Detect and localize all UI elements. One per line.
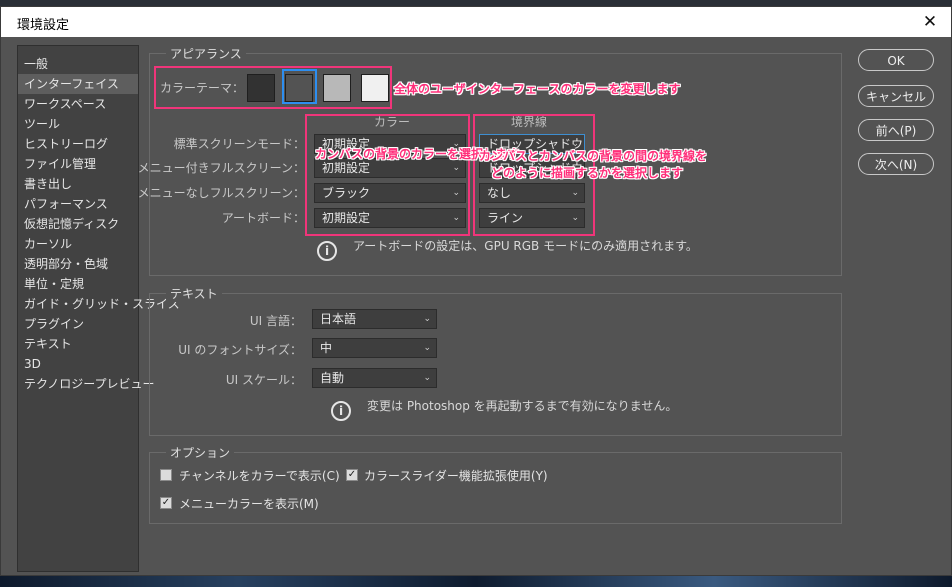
options-title: オプション <box>166 444 235 461</box>
ui-scale-label: UI スケール： <box>225 373 302 387</box>
border-annotation-line2: どのように描画するかを選択します <box>491 166 684 180</box>
show-channels-color-label: チャンネルをカラーで表示(C) <box>179 469 340 483</box>
sidebar-item-scratch-disks[interactable]: 仮想記憶ディスク <box>18 214 138 234</box>
show-menu-colors-checkbox[interactable]: ✓ <box>160 497 172 509</box>
prev-button[interactable]: 前へ(P) <box>858 119 934 141</box>
select-value: 自動 <box>320 371 345 385</box>
select-value: 中 <box>320 341 333 355</box>
ui-language-label: UI 言語： <box>249 314 302 328</box>
options-group: オプション <box>149 444 842 524</box>
chevron-down-icon: ⌄ <box>423 373 431 383</box>
sidebar-item-file-handling[interactable]: ファイル管理 <box>18 154 138 174</box>
ui-scale-select[interactable]: 自動 ⌄ <box>312 368 437 388</box>
sidebar-item-units-rulers[interactable]: 単位・定規 <box>18 274 138 294</box>
theme-annotation: 全体のユーザインターフェースのカラーを変更します <box>394 82 681 96</box>
theme-highlight-box <box>154 66 392 109</box>
category-sidebar: 一般 インターフェイス ワークスペース ツール ヒストリーログ ファイル管理 書… <box>17 45 180 572</box>
select-value: 日本語 <box>320 312 357 326</box>
chevron-down-icon: ⌄ <box>423 314 431 324</box>
chevron-down-icon: ⌄ <box>423 343 431 353</box>
title-bar: 環境設定 ✕ <box>1 7 951 37</box>
color-highlight-box <box>305 114 470 236</box>
show-menu-colors-label: メニューカラーを表示(M) <box>179 497 319 511</box>
sidebar-item-guides-grid-slices[interactable]: ガイド・グリッド・スライス <box>18 294 180 314</box>
info-icon: i <box>331 401 351 421</box>
info-icon: i <box>317 241 337 261</box>
sidebar-item-performance[interactable]: パフォーマンス <box>18 194 138 214</box>
dialog-title: 環境設定 <box>17 18 70 33</box>
sidebar-item-workspace[interactable]: ワークスペース <box>18 94 138 114</box>
artboard-info-text: アートボードの設定は、GPU RGB モードにのみ適用されます。 <box>353 239 698 253</box>
sidebar-item-interface[interactable]: インターフェイス <box>18 74 138 94</box>
next-button[interactable]: 次へ(N) <box>858 153 934 175</box>
sidebar-item-3d[interactable]: 3D <box>18 354 138 374</box>
sidebar-item-type[interactable]: テキスト <box>18 334 138 354</box>
full-screen-menus-label: メニュー付きフルスクリーン： <box>137 161 305 175</box>
appearance-title: アピアランス <box>166 45 246 62</box>
sidebar-item-general[interactable]: 一般 <box>18 54 138 74</box>
sidebar-item-tools[interactable]: ツール <box>18 114 138 134</box>
restart-info-text: 変更は Photoshop を再起動するまで有効になりません。 <box>367 399 678 413</box>
close-icon[interactable]: ✕ <box>919 11 941 33</box>
border-annotation-line1: カンバスとカンバスの背景の間の境界線を <box>479 149 708 163</box>
standard-screen-label: 標準スクリーンモード： <box>173 137 305 151</box>
full-screen-label: メニューなしフルスクリーン： <box>137 186 305 200</box>
ui-font-size-select[interactable]: 中 ⌄ <box>312 338 437 358</box>
cancel-button[interactable]: キャンセル <box>858 85 934 107</box>
sidebar-item-cursors[interactable]: カーソル <box>18 234 138 254</box>
text-section-title: テキスト <box>166 285 222 302</box>
artboard-label: アートボード： <box>221 211 305 225</box>
ui-font-size-label: UI のフォントサイズ： <box>178 343 302 357</box>
sidebar-item-transparency-gamut[interactable]: 透明部分・色域 <box>18 254 138 274</box>
show-channels-color-checkbox[interactable] <box>160 469 172 481</box>
sidebar-item-plugins[interactable]: プラグイン <box>18 314 138 334</box>
sidebar-item-history-log[interactable]: ヒストリーログ <box>18 134 138 154</box>
color-slider-label: カラースライダー機能拡張使用(Y) <box>364 469 548 483</box>
ui-language-select[interactable]: 日本語 ⌄ <box>312 309 437 329</box>
preferences-dialog: 環境設定 ✕ 一般 インターフェイス ワークスペース ツール ヒストリーログ フ… <box>0 6 952 576</box>
color-slider-checkbox[interactable]: ✓ <box>346 469 358 481</box>
sidebar-item-export[interactable]: 書き出し <box>18 174 138 194</box>
sidebar-item-technology-previews[interactable]: テクノロジープレビュー <box>18 374 155 394</box>
ok-button[interactable]: OK <box>858 49 934 71</box>
